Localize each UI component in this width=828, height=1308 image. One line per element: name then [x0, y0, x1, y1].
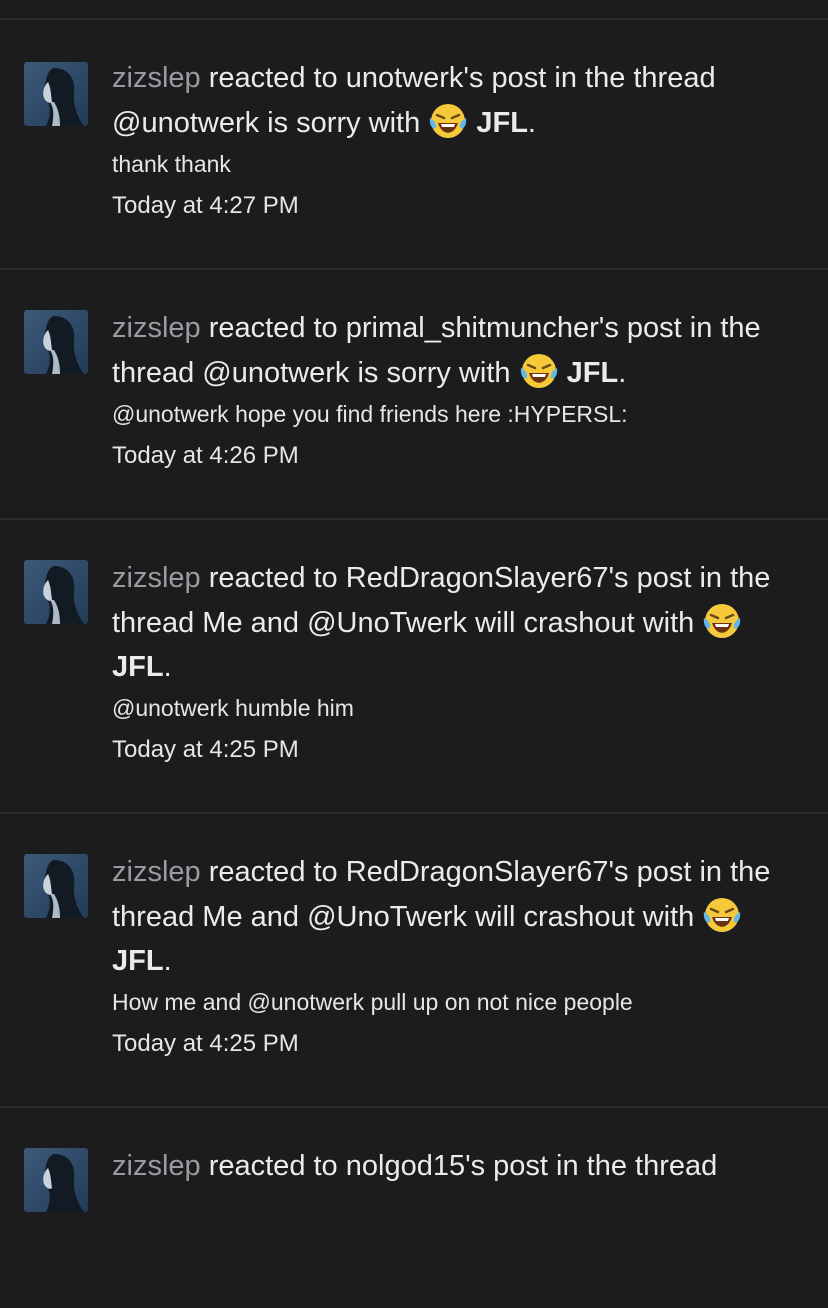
alert-item[interactable]: zizslep reacted to unotwerk's post in th…	[0, 20, 828, 270]
user-avatar[interactable]	[24, 854, 88, 918]
alert-item[interactable]: zizslep reacted to RedDragonSlayer67's p…	[0, 520, 828, 814]
reaction-name: JFL	[566, 357, 619, 389]
alert-text-end: .	[163, 945, 172, 977]
post-snippet: thank thank	[112, 151, 231, 177]
crying-laughing-emoji-icon	[428, 100, 468, 140]
post-snippet: @unotwerk hope you find friends here :HY…	[112, 401, 628, 427]
alert-time: Today at 4:27 PM	[112, 192, 299, 219]
user-avatar[interactable]	[24, 310, 88, 374]
alert-username[interactable]: zizslep	[112, 562, 201, 594]
alert-text-end: .	[527, 107, 536, 139]
crying-laughing-emoji-icon	[702, 600, 742, 640]
reaction-name: JFL	[112, 945, 164, 977]
alert-text-end: .	[618, 357, 627, 389]
alert-item[interactable]: zizslep reacted to primal_shitmuncher's …	[0, 270, 828, 520]
alert-text[interactable]: reacted to nolgod15's post in the thread	[201, 1150, 718, 1182]
crying-laughing-emoji-icon	[519, 350, 559, 390]
reaction-name: JFL	[112, 651, 164, 683]
alert-username[interactable]: zizslep	[112, 1150, 201, 1182]
alert-headline: zizslep reacted to unotwerk's post in th…	[112, 56, 802, 145]
user-avatar[interactable]	[24, 560, 88, 624]
alert-headline: zizslep reacted to nolgod15's post in th…	[112, 1144, 802, 1188]
alert-text[interactable]: reacted to unotwerk's post in the thread…	[112, 62, 716, 139]
reaction-name: JFL	[476, 107, 528, 139]
alert-username[interactable]: zizslep	[112, 856, 201, 888]
alert-headline: zizslep reacted to RedDragonSlayer67's p…	[112, 850, 802, 983]
crying-laughing-emoji-icon	[702, 894, 742, 934]
alert-time: Today at 4:25 PM	[112, 1030, 299, 1057]
alert-text[interactable]: reacted to RedDragonSlayer67's post in t…	[112, 562, 770, 639]
alert-text[interactable]: reacted to RedDragonSlayer67's post in t…	[112, 856, 770, 933]
alert-username[interactable]: zizslep	[112, 62, 201, 94]
alert-text-end: .	[163, 651, 172, 683]
alert-text[interactable]: reacted to primal_shitmuncher's post in …	[112, 312, 761, 389]
alert-time: Today at 4:25 PM	[112, 736, 299, 763]
alert-item[interactable]: zizslep reacted to nolgod15's post in th…	[0, 1108, 828, 1308]
alert-headline: zizslep reacted to primal_shitmuncher's …	[112, 306, 802, 395]
alert-time: Today at 4:26 PM	[112, 442, 299, 469]
post-snippet: @unotwerk humble him	[112, 695, 354, 721]
user-avatar[interactable]	[24, 62, 88, 126]
alert-username[interactable]: zizslep	[112, 312, 201, 344]
alert-headline: zizslep reacted to RedDragonSlayer67's p…	[112, 556, 802, 689]
alert-item[interactable]: zizslep reacted to RedDragonSlayer67's p…	[0, 814, 828, 1108]
post-snippet: How me and @unotwerk pull up on not nice…	[112, 989, 633, 1015]
user-avatar[interactable]	[24, 1148, 88, 1212]
